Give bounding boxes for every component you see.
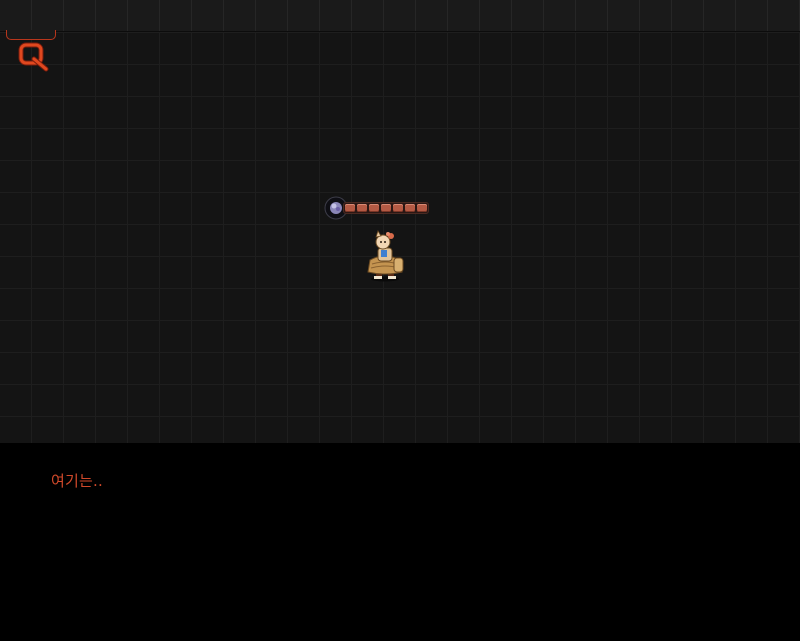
game-map[interactable] (0, 0, 800, 443)
player-character-sprite[interactable] (362, 230, 408, 282)
hp-segment (357, 204, 367, 212)
hp-segment (345, 204, 355, 212)
hp-segment (369, 204, 379, 212)
hp-segment (381, 204, 391, 212)
dialogue-text: 여기는.. (51, 472, 103, 490)
quest-tab[interactable] (6, 30, 56, 40)
hp-segment (417, 204, 427, 212)
player-hp-bar (343, 202, 429, 214)
quest-q-icon[interactable] (18, 42, 50, 72)
top-menu-bar (0, 0, 800, 32)
hp-segment (393, 204, 403, 212)
dialogue-box[interactable]: 여기는.. (0, 443, 800, 641)
hp-segment (405, 204, 415, 212)
game-screen: 여기는.. (0, 0, 800, 641)
